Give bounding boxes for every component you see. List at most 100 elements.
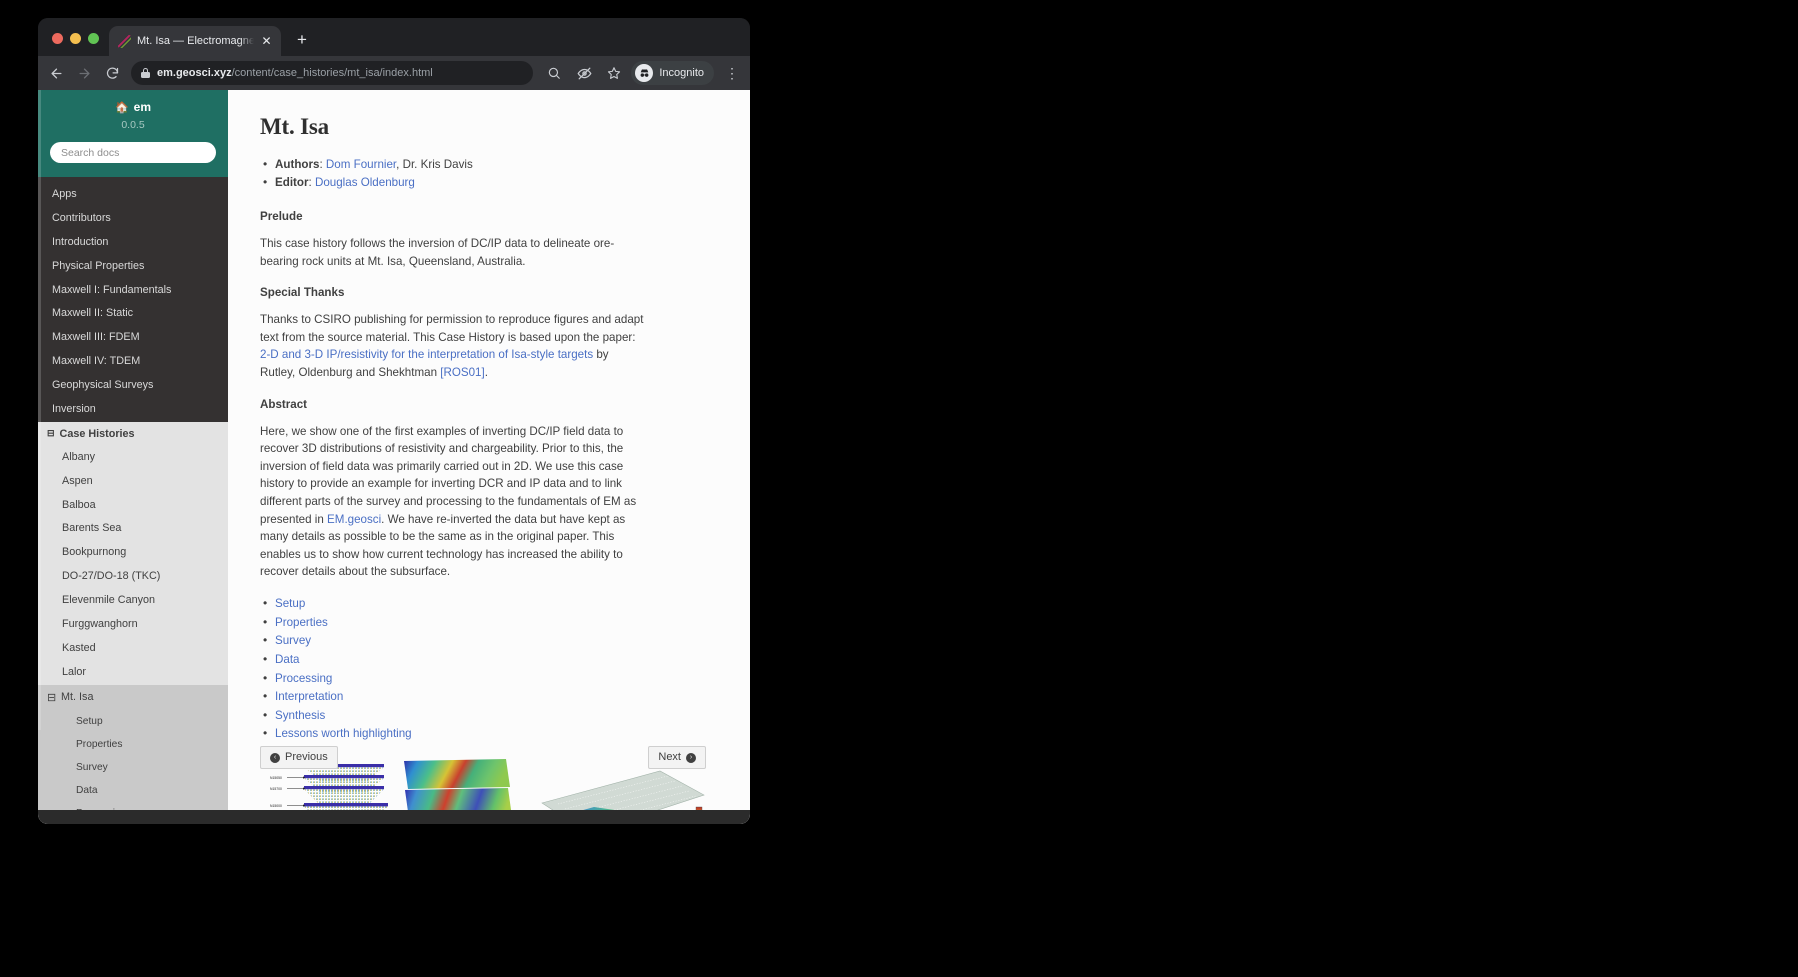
authors-line: Authors: Dom Fournier, Dr. Kris Davis: [260, 155, 644, 174]
sidebar-item-maxwell-ii-static[interactable]: Maxwell II: Static: [38, 302, 228, 326]
reload-icon[interactable]: [103, 64, 122, 83]
sidebar-item-elevenmile-canyon[interactable]: Elevenmile Canyon: [38, 589, 228, 613]
url-path: /content/case_histories/mt_isa/index.htm…: [231, 67, 433, 79]
editor-link[interactable]: Douglas Oldenburg: [315, 176, 415, 189]
special-thanks-text: Thanks to CSIRO publishing for permissio…: [260, 311, 644, 381]
sidebar-item-lalor[interactable]: Lalor: [38, 661, 228, 685]
sidebar-item-data[interactable]: Data: [38, 779, 228, 802]
article-meta: Authors: Dom Fournier, Dr. Kris Davis Ed…: [260, 155, 644, 192]
toc-link-interpretation[interactable]: Interpretation: [275, 690, 343, 703]
sidebar-item-inversion[interactable]: Inversion: [38, 398, 228, 422]
browser-menu-icon[interactable]: ⋮: [723, 66, 741, 80]
sidebar-item-maxwell-iv-tdem[interactable]: Maxwell IV: TDEM: [38, 350, 228, 374]
search-input[interactable]: [61, 146, 205, 159]
incognito-label: Incognito: [659, 67, 704, 79]
sidebar-item-balboa[interactable]: Balboa: [38, 494, 228, 518]
article: Mt. Isa Authors: Dom Fournier, Dr. Kris …: [228, 90, 705, 824]
sidebar-scrollbar[interactable]: [38, 90, 41, 730]
toc-link-properties[interactable]: Properties: [275, 616, 328, 629]
author-link[interactable]: Dom Fournier: [326, 158, 396, 171]
previous-button[interactable]: ‹ Previous: [260, 746, 338, 769]
sidebar-group-case-histories[interactable]: ⊟ Case Histories: [38, 421, 228, 446]
emgeosci-link[interactable]: EM.geosci: [327, 513, 381, 526]
toc-item: Interpretation: [260, 687, 644, 706]
sidebar-item-albany[interactable]: Albany: [38, 446, 228, 470]
tab-title: Mt. Isa — Electromagnetic Geo: [137, 35, 254, 47]
back-icon[interactable]: [47, 64, 66, 83]
sidebar-item-introduction[interactable]: Introduction: [38, 231, 228, 255]
maximize-window-button[interactable]: [88, 33, 99, 44]
sidebar-item-maxwell-i-fundamentals[interactable]: Maxwell I: Fundamentals: [38, 279, 228, 303]
search-box[interactable]: [50, 142, 216, 163]
star-icon[interactable]: [606, 65, 622, 81]
sidebar-item-kasted[interactable]: Kasted: [38, 637, 228, 661]
toc-link-lessons-worth-highlighting[interactable]: Lessons worth highlighting: [275, 727, 412, 740]
screen: Mt. Isa — Electromagnetic Geo ✕ + em.geo…: [0, 0, 1798, 977]
address-bar[interactable]: em.geosci.xyz/content/case_histories/mt_…: [131, 61, 534, 85]
sidebar-item-apps[interactable]: Apps: [38, 183, 228, 207]
toc-link-synthesis[interactable]: Synthesis: [275, 709, 325, 722]
sidebar-item-mt-isa[interactable]: ⊟ Mt. Isa: [38, 684, 228, 710]
browser-tab[interactable]: Mt. Isa — Electromagnetic Geo ✕: [109, 26, 281, 56]
paper-link[interactable]: 2-D and 3-D IP/resistivity for the inter…: [260, 348, 593, 361]
brand[interactable]: 🏠 em: [50, 100, 216, 114]
forward-icon[interactable]: [75, 64, 94, 83]
toc-item: Processing: [260, 669, 644, 688]
page-navigation-footer: ‹ Previous Next ›: [260, 746, 706, 769]
eye-slash-icon[interactable]: [576, 65, 592, 81]
close-window-button[interactable]: [52, 33, 63, 44]
sidebar-nav: Apps Contributors Introduction Physical Pro…: [38, 177, 228, 824]
svg-text:N15700: N15700: [270, 787, 282, 791]
toc-item: Lessons worth highlighting: [260, 724, 644, 743]
browser-toolbar: em.geosci.xyz/content/case_histories/mt_…: [38, 56, 750, 90]
sidebar-item-setup[interactable]: Setup: [38, 710, 228, 733]
url-text: em.geosci.xyz/content/case_histories/mt_…: [157, 67, 433, 79]
sidebar-item-geophysical-surveys[interactable]: Geophysical Surveys: [38, 374, 228, 398]
mt-isa-subitems: SetupPropertiesSurveyDataProcessingInter…: [38, 709, 228, 824]
toc-link-survey[interactable]: Survey: [275, 634, 311, 647]
tab-strip: Mt. Isa — Electromagnetic Geo ✕ +: [38, 18, 750, 56]
svg-text:N15050: N15050: [270, 776, 282, 780]
next-button[interactable]: Next ›: [648, 746, 706, 769]
page-viewport: 🏠 em 0.0.5 AppsContributorsIntroductionP…: [38, 90, 750, 824]
sidebar-group-label: Case Histories: [59, 427, 135, 440]
site-favicon: [118, 34, 131, 48]
sidebar-item-do-27-do-18-tkc[interactable]: DO-27/DO-18 (TKC): [38, 565, 228, 589]
sidebar-item-maxwell-iii-fdem[interactable]: Maxwell III: FDEM: [38, 326, 228, 350]
content-area: Mt. Isa Authors: Dom Fournier, Dr. Kris …: [228, 90, 750, 824]
sidebar-item-contributors[interactable]: Contributors: [38, 207, 228, 231]
toc-link-setup[interactable]: Setup: [275, 597, 305, 610]
sidebar-item-survey[interactable]: Survey: [38, 756, 228, 779]
new-tab-button[interactable]: +: [289, 28, 315, 54]
minimize-window-button[interactable]: [70, 33, 81, 44]
abstract-text-1: Here, we show one of the first examples …: [260, 424, 637, 526]
thanks-text-1: Thanks to CSIRO publishing for permissio…: [260, 313, 644, 344]
sidebar-item-barents-sea[interactable]: Barents Sea: [38, 517, 228, 541]
toc-item: Properties: [260, 613, 644, 632]
sidebar-item-furggwanghorn[interactable]: Furggwanghorn: [38, 613, 228, 637]
collapse-icon[interactable]: ⊟: [47, 428, 55, 439]
search-icon[interactable]: [546, 65, 562, 81]
incognito-indicator[interactable]: Incognito: [631, 61, 714, 85]
version-label: 0.0.5: [121, 119, 145, 131]
toc-item: Setup: [260, 594, 644, 613]
brand-label: em: [133, 100, 152, 114]
citation-link[interactable]: [ROS01]: [440, 366, 484, 379]
chevron-left-circle-icon: ‹: [270, 752, 280, 763]
home-icon: 🏠: [114, 101, 129, 114]
prelude-heading: Prelude: [260, 209, 303, 223]
toc-list: Setup Properties Survey Data Processing Inter…: [260, 594, 644, 743]
toc-link-data[interactable]: Data: [275, 653, 300, 666]
collapse-icon[interactable]: ⊟: [47, 691, 56, 704]
sidebar-item-properties[interactable]: Properties: [38, 733, 228, 756]
sidebar-item-physical-properties[interactable]: Physical Properties: [38, 255, 228, 279]
sidebar-subgroup-label: Mt. Isa: [61, 691, 94, 703]
sidebar-item-bookpurnong[interactable]: Bookpurnong: [38, 541, 228, 565]
next-label: Next: [658, 751, 681, 763]
close-icon[interactable]: ✕: [260, 35, 273, 48]
abstract-text: Here, we show one of the first examples …: [260, 423, 644, 581]
svg-text:N15000: N15000: [270, 804, 282, 808]
toc-link-processing[interactable]: Processing: [275, 672, 332, 685]
sidebar-item-aspen[interactable]: Aspen: [38, 470, 228, 494]
window-controls: [38, 33, 109, 56]
